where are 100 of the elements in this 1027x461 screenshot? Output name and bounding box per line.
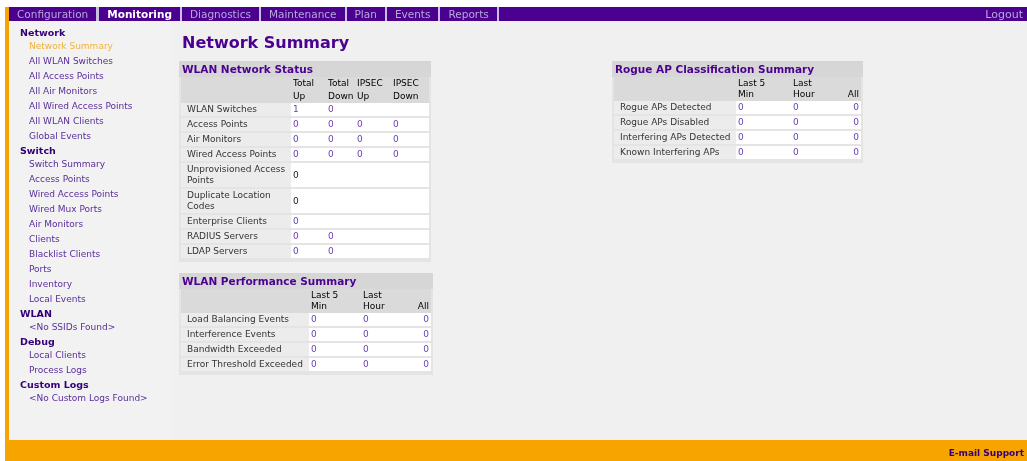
- table-title: Rogue AP Classification Summary: [612, 61, 863, 77]
- value-link[interactable]: 0: [738, 132, 744, 142]
- sidebar-link[interactable]: Inventory: [29, 277, 72, 292]
- value-link[interactable]: 0: [738, 147, 744, 157]
- value-link[interactable]: 0: [853, 147, 859, 157]
- row-label: Unprovisioned Access Points: [187, 164, 286, 185]
- value-link[interactable]: 0: [328, 134, 334, 144]
- value-link[interactable]: 0: [328, 231, 334, 241]
- sidebar-link[interactable]: <No SSIDs Found>: [29, 320, 116, 335]
- value-link[interactable]: 0: [357, 119, 363, 129]
- row-label: Wired Access Points: [187, 149, 277, 159]
- column-header: Last Hour: [363, 290, 386, 312]
- sidebar-link[interactable]: All WLAN Clients: [29, 114, 104, 129]
- column-header: All: [416, 301, 429, 312]
- email-support-link[interactable]: E-mail Support: [948, 448, 1024, 458]
- column-header: Last 5 Min: [738, 78, 767, 100]
- column-header: IPSEC: [393, 78, 420, 89]
- sidebar-link[interactable]: <No Custom Logs Found>: [29, 391, 148, 406]
- sidebar-link[interactable]: All WLAN Switches: [29, 54, 113, 69]
- sidebar-link[interactable]: Switch Summary: [29, 157, 106, 172]
- sidebar-link[interactable]: Local Clients: [29, 348, 86, 363]
- value-link[interactable]: 0: [423, 359, 429, 369]
- value-link[interactable]: 0: [793, 117, 799, 127]
- value-link[interactable]: 0: [357, 149, 363, 159]
- row-label: WLAN Switches: [187, 104, 257, 114]
- table-title: WLAN Performance Summary: [179, 273, 433, 289]
- column-header: Total: [293, 78, 316, 89]
- value-link[interactable]: 0: [293, 231, 299, 241]
- sidebar-heading: Switch: [20, 144, 56, 157]
- sidebar-link[interactable]: Clients: [29, 232, 60, 247]
- value-link[interactable]: 0: [328, 149, 334, 159]
- value-link[interactable]: 0: [363, 314, 369, 324]
- value-link[interactable]: 1: [293, 104, 299, 114]
- value-link[interactable]: 0: [293, 134, 299, 144]
- value-link[interactable]: 0: [311, 344, 317, 354]
- value-link[interactable]: 0: [311, 359, 317, 369]
- value-link[interactable]: 0: [738, 117, 744, 127]
- value-link[interactable]: 0: [423, 344, 429, 354]
- column-header: Down: [393, 91, 420, 102]
- value-link[interactable]: 0: [293, 119, 299, 129]
- table-title: WLAN Network Status: [179, 61, 431, 77]
- value-link[interactable]: 0: [393, 119, 399, 129]
- value-link[interactable]: 0: [363, 359, 369, 369]
- sidebar-heading: WLAN: [20, 307, 52, 320]
- column-header: Total: [328, 78, 351, 89]
- sidebar-link[interactable]: Blacklist Clients: [29, 247, 101, 262]
- value-link[interactable]: 0: [328, 119, 334, 129]
- sidebar-link[interactable]: All Access Points: [29, 69, 104, 84]
- row-label: Error Threshold Exceeded: [187, 359, 303, 369]
- sidebar-heading: Network: [20, 26, 66, 39]
- sidebar-link[interactable]: Ports: [29, 262, 52, 277]
- value-link[interactable]: 0: [853, 132, 859, 142]
- column-header: IPSEC: [357, 78, 384, 89]
- column-header: Up: [293, 91, 307, 102]
- column-header: Up: [357, 91, 371, 102]
- row-label: RADIUS Servers: [187, 231, 258, 241]
- row-label: Air Monitors: [187, 134, 242, 144]
- sidebar-link[interactable]: All Wired Access Points: [29, 99, 133, 114]
- value-link[interactable]: 0: [393, 134, 399, 144]
- value-link[interactable]: 0: [328, 104, 334, 114]
- sidebar-link[interactable]: Access Points: [29, 172, 90, 187]
- sidebar-heading: Custom Logs: [20, 378, 89, 391]
- row-label: Bandwidth Exceeded: [187, 344, 282, 354]
- value-link[interactable]: 0: [311, 314, 317, 324]
- sidebar-link[interactable]: Air Monitors: [29, 217, 84, 232]
- sidebar-link[interactable]: Process Logs: [29, 363, 87, 378]
- logout-link[interactable]: Logout: [981, 7, 1027, 21]
- value-link[interactable]: 0: [328, 246, 334, 256]
- page-title: Network Summary: [182, 33, 350, 52]
- value-link[interactable]: 0: [293, 246, 299, 256]
- table-value: 0: [293, 169, 299, 180]
- value-link[interactable]: 0: [793, 102, 799, 112]
- row-label: Load Balancing Events: [187, 314, 290, 324]
- value-link[interactable]: 0: [423, 329, 429, 339]
- value-link[interactable]: 0: [293, 216, 299, 226]
- sidebar-link[interactable]: Global Events: [29, 129, 92, 144]
- row-label: Enterprise Clients: [187, 216, 267, 226]
- value-link[interactable]: 0: [363, 329, 369, 339]
- value-link[interactable]: 0: [393, 149, 399, 159]
- sidebar-link[interactable]: Local Events: [29, 292, 86, 307]
- sidebar-link[interactable]: All Air Monitors: [29, 84, 98, 99]
- value-link[interactable]: 0: [793, 132, 799, 142]
- value-link[interactable]: 0: [738, 102, 744, 112]
- nav-tab[interactable]: Monitoring: [98, 7, 182, 21]
- value-link[interactable]: 0: [311, 329, 317, 339]
- value-link[interactable]: 0: [357, 134, 363, 144]
- row-label: Interfering APs Detected: [620, 132, 731, 142]
- row-label: Duplicate Location Codes: [187, 190, 271, 211]
- sidebar-link[interactable]: Wired Mux Ports: [29, 202, 102, 217]
- value-link[interactable]: 0: [293, 149, 299, 159]
- row-label: Rogue APs Detected: [620, 102, 712, 112]
- row-label: Rogue APs Disabled: [620, 117, 710, 127]
- sidebar-heading: Debug: [20, 335, 55, 348]
- value-link[interactable]: 0: [423, 314, 429, 324]
- column-header: All: [846, 89, 859, 100]
- value-link[interactable]: 0: [853, 102, 859, 112]
- value-link[interactable]: 0: [793, 147, 799, 157]
- sidebar-link[interactable]: Wired Access Points: [29, 187, 119, 202]
- value-link[interactable]: 0: [363, 344, 369, 354]
- value-link[interactable]: 0: [853, 117, 859, 127]
